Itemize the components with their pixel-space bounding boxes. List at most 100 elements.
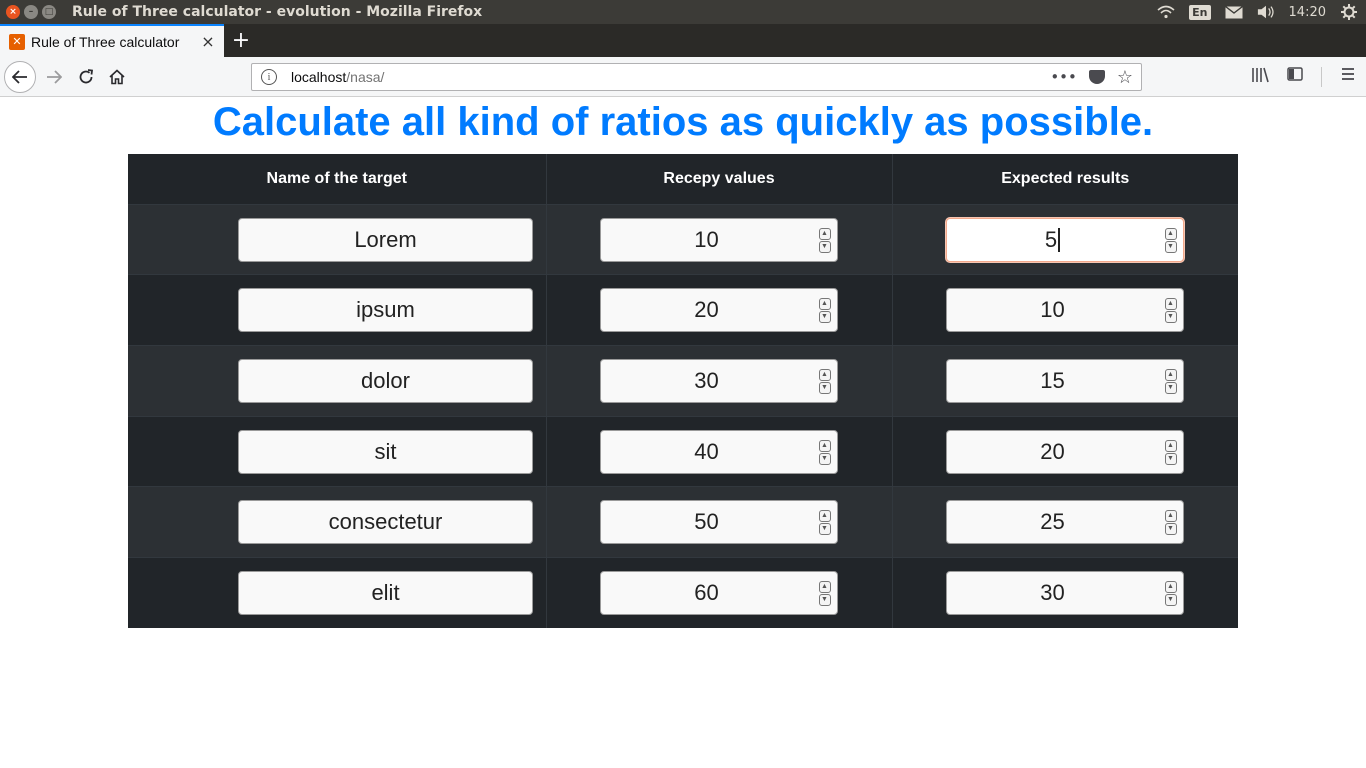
recepy-cell: 50 ▲ ▼ xyxy=(546,486,893,558)
expected-cell: 5 ▲ ▼ xyxy=(892,203,1238,275)
expected-value: 5 xyxy=(1044,226,1058,252)
new-tab-button[interactable]: + xyxy=(229,27,253,53)
spin-down-icon[interactable]: ▼ xyxy=(818,452,831,465)
library-icon[interactable] xyxy=(1251,67,1269,87)
number-spinner[interactable]: ▲ ▼ xyxy=(1164,298,1177,324)
spin-down-icon[interactable]: ▼ xyxy=(818,523,831,536)
page-actions-menu-icon[interactable]: ••• xyxy=(1050,68,1077,86)
number-spinner[interactable]: ▲ ▼ xyxy=(1164,368,1177,394)
window-close-button[interactable]: × xyxy=(6,5,20,19)
hamburger-menu-icon[interactable] xyxy=(1340,67,1356,87)
spin-up-icon[interactable]: ▲ xyxy=(1164,368,1177,381)
number-spinner[interactable]: ▲ ▼ xyxy=(1164,439,1177,465)
target-name-input[interactable]: sit xyxy=(238,429,533,474)
back-button[interactable] xyxy=(4,61,36,93)
expected-result-input[interactable]: 20 ▲ ▼ xyxy=(945,429,1184,474)
volume-icon[interactable] xyxy=(1257,4,1275,20)
system-top-bar: × – □ Rule of Three calculator - evoluti… xyxy=(0,0,1366,24)
spin-down-icon[interactable]: ▼ xyxy=(1164,593,1177,606)
recepy-value-input[interactable]: 40 ▲ ▼ xyxy=(599,429,838,474)
target-name-input[interactable]: dolor xyxy=(238,358,533,403)
spin-down-icon[interactable]: ▼ xyxy=(818,240,831,253)
sidebar-icon[interactable] xyxy=(1287,67,1303,87)
name-cell: consectetur xyxy=(128,486,547,558)
recepy-value-input[interactable]: 60 ▲ ▼ xyxy=(599,570,838,615)
column-header-recepy: Recepy values xyxy=(546,154,893,205)
recepy-cell: 30 ▲ ▼ xyxy=(546,344,893,417)
expected-result-input[interactable]: 25 ▲ ▼ xyxy=(945,500,1184,545)
target-name-input[interactable]: elit xyxy=(238,570,533,615)
recepy-value-input[interactable]: 50 ▲ ▼ xyxy=(599,500,838,545)
expected-result-input[interactable]: 10 ▲ ▼ xyxy=(945,288,1184,333)
number-spinner[interactable]: ▲ ▼ xyxy=(818,580,831,606)
expected-result-input[interactable]: 5 ▲ ▼ xyxy=(945,217,1184,262)
window-maximize-button[interactable]: □ xyxy=(42,5,56,19)
tab-close-icon[interactable]: × xyxy=(199,32,217,51)
expected-result-input[interactable]: 30 ▲ ▼ xyxy=(945,570,1184,615)
power-settings-icon[interactable] xyxy=(1340,4,1358,20)
target-name-input[interactable]: Lorem xyxy=(238,217,533,262)
spin-down-icon[interactable]: ▼ xyxy=(818,381,831,394)
expected-cell: 20 ▲ ▼ xyxy=(892,415,1238,487)
pocket-icon[interactable] xyxy=(1088,70,1105,84)
spin-up-icon[interactable]: ▲ xyxy=(1164,439,1177,452)
home-button[interactable] xyxy=(101,61,133,93)
spin-up-icon[interactable]: ▲ xyxy=(1164,227,1177,240)
target-name-input[interactable]: ipsum xyxy=(238,288,533,333)
reload-button[interactable] xyxy=(70,61,102,93)
number-spinner[interactable]: ▲ ▼ xyxy=(1164,580,1177,606)
spin-down-icon[interactable]: ▼ xyxy=(818,593,831,606)
number-spinner[interactable]: ▲ ▼ xyxy=(818,510,831,536)
spin-up-icon[interactable]: ▲ xyxy=(1164,510,1177,523)
spin-up-icon[interactable]: ▲ xyxy=(818,510,831,523)
expected-value: 30 xyxy=(1040,579,1065,605)
window-controls: × – □ xyxy=(6,5,56,19)
recepy-cell: 60 ▲ ▼ xyxy=(546,556,893,629)
keyboard-language-icon[interactable]: En xyxy=(1189,4,1211,20)
tab-strip: ✕ Rule of Three calculator × + xyxy=(0,24,1366,57)
expected-result-input[interactable]: 15 ▲ ▼ xyxy=(945,358,1184,403)
spin-up-icon[interactable]: ▲ xyxy=(1164,580,1177,593)
mail-icon[interactable] xyxy=(1224,4,1243,20)
column-header-name: Name of the target xyxy=(128,154,547,205)
spin-up-icon[interactable]: ▲ xyxy=(1164,298,1177,311)
recepy-value-input[interactable]: 30 ▲ ▼ xyxy=(599,358,838,403)
spin-down-icon[interactable]: ▼ xyxy=(1164,452,1177,465)
spin-up-icon[interactable]: ▲ xyxy=(818,439,831,452)
expected-value: 25 xyxy=(1040,509,1065,535)
table-row: elit 60 ▲ ▼ 30 ▲ ▼ xyxy=(128,556,1238,629)
window-title: Rule of Three calculator - evolution - M… xyxy=(72,4,483,20)
spin-down-icon[interactable]: ▼ xyxy=(818,311,831,324)
home-icon xyxy=(109,69,125,85)
column-header-expected: Expected results xyxy=(892,154,1238,205)
bookmark-star-icon[interactable]: ☆ xyxy=(1117,67,1133,88)
wifi-icon[interactable] xyxy=(1157,4,1175,20)
forward-button[interactable] xyxy=(38,61,70,93)
site-info-icon[interactable]: i xyxy=(261,69,277,85)
url-text[interactable]: localhost/nasa/ xyxy=(291,69,384,85)
recepy-value-input[interactable]: 10 ▲ ▼ xyxy=(599,217,838,262)
number-spinner[interactable]: ▲ ▼ xyxy=(818,298,831,324)
clock[interactable]: 14:20 xyxy=(1289,5,1326,20)
spin-down-icon[interactable]: ▼ xyxy=(1164,240,1177,253)
spin-up-icon[interactable]: ▲ xyxy=(818,298,831,311)
number-spinner[interactable]: ▲ ▼ xyxy=(818,227,831,253)
table-header-row: Name of the target Recepy values Expecte… xyxy=(128,154,1238,205)
spin-down-icon[interactable]: ▼ xyxy=(1164,381,1177,394)
recepy-value-input[interactable]: 20 ▲ ▼ xyxy=(599,288,838,333)
window-minimize-button[interactable]: – xyxy=(24,5,38,19)
number-spinner[interactable]: ▲ ▼ xyxy=(1164,510,1177,536)
recepy-cell: 40 ▲ ▼ xyxy=(546,415,893,487)
target-name-input[interactable]: consectetur xyxy=(238,500,533,545)
table-row: ipsum 20 ▲ ▼ 10 ▲ ▼ xyxy=(128,274,1238,346)
spin-down-icon[interactable]: ▼ xyxy=(1164,523,1177,536)
number-spinner[interactable]: ▲ ▼ xyxy=(1164,227,1177,253)
number-spinner[interactable]: ▲ ▼ xyxy=(818,368,831,394)
tab-rule-of-three[interactable]: ✕ Rule of Three calculator × xyxy=(0,24,224,57)
url-bar[interactable]: i localhost/nasa/ ••• ☆ xyxy=(251,63,1142,91)
spin-up-icon[interactable]: ▲ xyxy=(818,580,831,593)
spin-up-icon[interactable]: ▲ xyxy=(818,227,831,240)
number-spinner[interactable]: ▲ ▼ xyxy=(818,439,831,465)
spin-down-icon[interactable]: ▼ xyxy=(1164,311,1177,324)
spin-up-icon[interactable]: ▲ xyxy=(818,368,831,381)
